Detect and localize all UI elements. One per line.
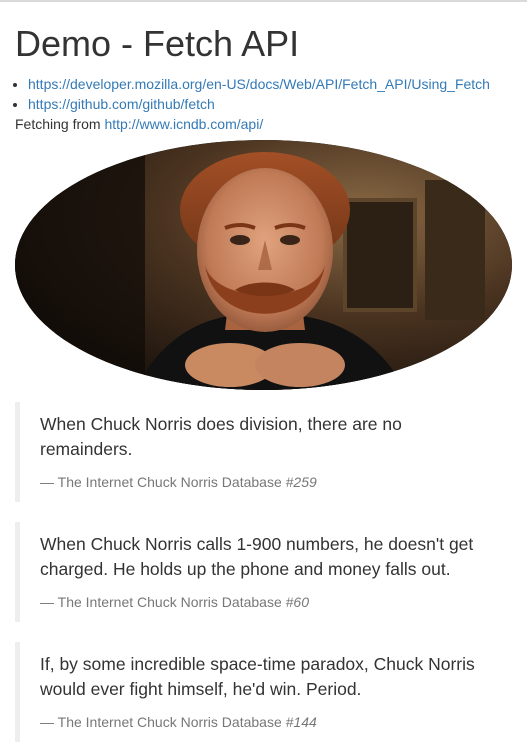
quote-text: When Chuck Norris calls 1-900 numbers, h… (40, 534, 474, 579)
quote-block: When Chuck Norris does division, there a… (15, 402, 512, 502)
quote-block: If, by some incredible space-time parado… (15, 642, 512, 742)
quote-block: When Chuck Norris calls 1-900 numbers, h… (15, 522, 512, 622)
page-container: Demo - Fetch API https://developer.mozil… (0, 24, 527, 742)
quote-source-label: — The Internet Chuck Norris Database (40, 474, 282, 490)
page-title: Demo - Fetch API (15, 23, 300, 64)
quote-text: If, by some incredible space-time parado… (40, 654, 475, 699)
reference-links-list: https://developer.mozilla.org/en-US/docs… (15, 74, 512, 114)
quote-source-label: — The Internet Chuck Norris Database (40, 714, 282, 730)
quote-id: #60 (285, 594, 309, 610)
quotes-list: When Chuck Norris does division, there a… (15, 402, 512, 742)
mdn-fetch-link[interactable]: https://developer.mozilla.org/en-US/docs… (28, 76, 490, 92)
list-item: https://github.com/github/fetch (28, 94, 512, 114)
quote-source: — The Internet Chuck Norris Database #14… (40, 712, 492, 732)
quote-id: #144 (285, 714, 317, 730)
github-fetch-link[interactable]: https://github.com/github/fetch (28, 96, 215, 112)
quote-id: #259 (285, 474, 317, 490)
top-border (0, 0, 527, 2)
portrait-photo-frame (15, 140, 512, 390)
fetching-prefix: Fetching from (15, 116, 101, 132)
quote-source-label: — The Internet Chuck Norris Database (40, 594, 282, 610)
quote-source: — The Internet Chuck Norris Database #60 (40, 592, 492, 612)
fetching-from-line: Fetching from http://www.icndb.com/api/ (15, 114, 512, 134)
icndb-api-link[interactable]: http://www.icndb.com/api/ (104, 116, 263, 132)
quote-text: When Chuck Norris does division, there a… (40, 414, 402, 459)
quote-source: — The Internet Chuck Norris Database #25… (40, 472, 492, 492)
portrait-photo (15, 140, 512, 390)
list-item: https://developer.mozilla.org/en-US/docs… (28, 74, 512, 94)
portrait-photo-image (15, 140, 512, 390)
